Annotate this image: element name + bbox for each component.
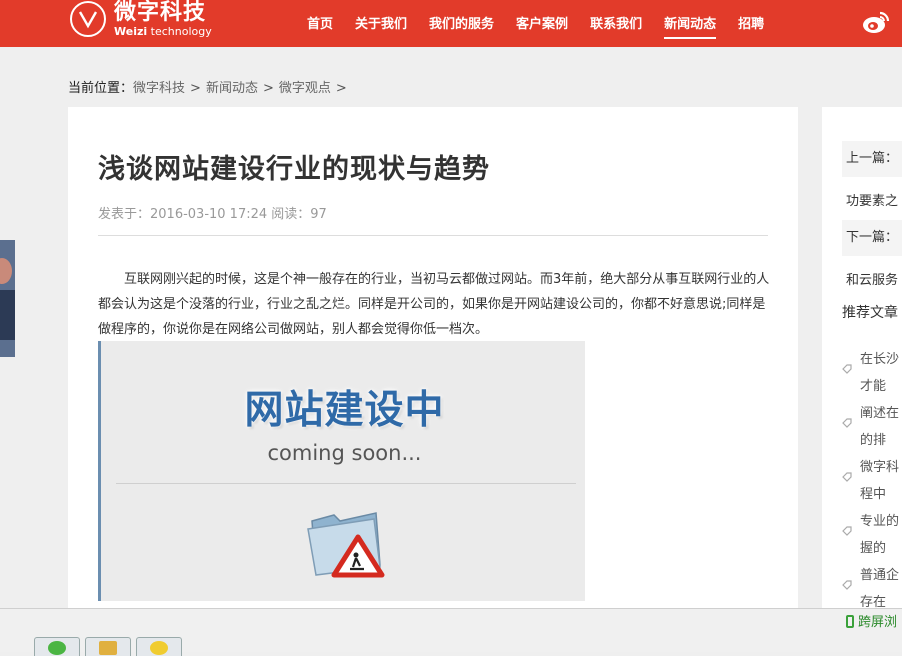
nav-news[interactable]: 新闻动态 <box>653 0 727 47</box>
next-article-label: 下一篇： <box>842 220 902 256</box>
article-meta: 发表于：2016-03-10 17:24 阅读：97 <box>98 207 327 222</box>
figure-divider <box>116 483 576 484</box>
breadcrumb: 当前位置：微字科技 > 新闻动态 > 微字观点 > <box>68 77 352 96</box>
nav-services[interactable]: 我们的服务 <box>418 0 505 47</box>
left-side-photo[interactable] <box>0 240 15 357</box>
phone-icon <box>846 615 854 628</box>
taskbar-app-chat-icon[interactable] <box>34 637 80 656</box>
cross-screen-browse[interactable]: 跨屏浏 <box>846 611 897 630</box>
site-logo[interactable]: 微字科技 Weizi technology <box>70 1 212 37</box>
article-title: 浅谈网站建设行业的现状与趋势 <box>98 154 490 185</box>
breadcrumb-link-news[interactable]: 新闻动态 <box>206 81 258 96</box>
breadcrumb-link-opinion[interactable]: 微字观点 <box>279 81 331 96</box>
nav-jobs[interactable]: 招聘 <box>727 0 775 47</box>
taskbar-app-star-icon[interactable] <box>136 637 182 656</box>
breadcrumb-separator: > <box>335 81 347 96</box>
figure-title: 网站建设中 <box>244 388 445 433</box>
figure-subtitle: coming soon... <box>267 441 422 465</box>
tag-icon <box>842 418 852 428</box>
right-sidebar: 上一篇： 功要素之 下一篇： 和云服务 推荐文章 在长沙 才能 阐述在 的排 微… <box>822 107 902 617</box>
logo-english-name: Weizi technology <box>114 24 212 38</box>
prev-article-link[interactable]: 功要素之 <box>846 190 898 209</box>
tag-icon <box>842 472 852 482</box>
taskbar: 跨屏浏 <box>0 608 902 656</box>
nav-cases[interactable]: 客户案例 <box>505 0 579 47</box>
nav-contact[interactable]: 联系我们 <box>579 0 653 47</box>
next-article-link[interactable]: 和云服务 <box>846 269 898 288</box>
article-image-under-construction: 网站建设中 coming soon... <box>98 341 585 601</box>
recommend-heading: 推荐文章 <box>842 305 898 321</box>
logo-v-icon <box>70 1 106 37</box>
nav-about[interactable]: 关于我们 <box>344 0 418 47</box>
main-nav: 首页 关于我们 我们的服务 客户案例 联系我们 新闻动态 招聘 <box>296 0 775 47</box>
breadcrumb-link-home[interactable]: 微字科技 <box>133 81 185 96</box>
article-paragraph: 互联网刚兴起的时候，这是个神一般存在的行业，当初马云都做过网站。而3年前，绝大部… <box>98 272 770 337</box>
article-divider <box>98 235 768 236</box>
breadcrumb-separator: > <box>190 81 201 96</box>
site-header: 微字科技 Weizi technology 首页 关于我们 我们的服务 客户案例… <box>0 0 902 47</box>
folder-warning-icon <box>307 512 385 578</box>
taskbar-app-folder-icon[interactable] <box>85 637 131 656</box>
tag-icon <box>842 526 852 536</box>
logo-chinese-name: 微字科技 <box>114 0 207 25</box>
tag-icon <box>842 364 852 374</box>
tag-icon <box>842 580 852 590</box>
article-card: 浅谈网站建设行业的现状与趋势 发表于：2016-03-10 17:24 阅读：9… <box>68 107 798 617</box>
breadcrumb-label: 当前位置： <box>68 81 134 96</box>
weibo-icon[interactable] <box>862 9 890 35</box>
prev-article-label: 上一篇： <box>842 141 902 177</box>
nav-home[interactable]: 首页 <box>296 0 344 47</box>
breadcrumb-separator: > <box>262 81 274 96</box>
